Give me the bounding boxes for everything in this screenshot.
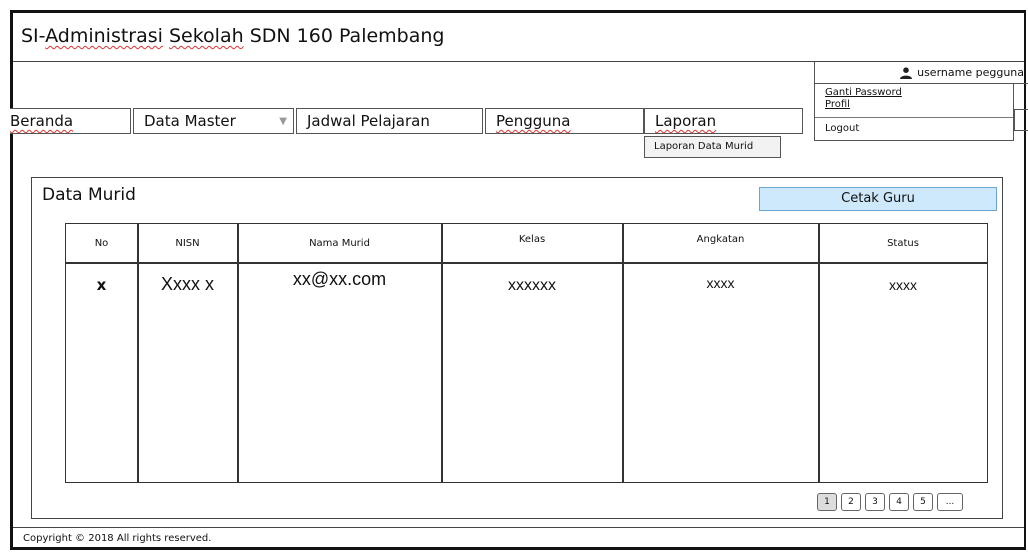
header-nisn[interactable]: NISN xyxy=(138,224,237,262)
page-button-4[interactable]: 4 xyxy=(889,493,909,511)
footer-copyright: Copyright © 2018 All rights reserved. xyxy=(13,527,1024,550)
app-title: SI-Administrasi Sekolah SDN 160 Palemban… xyxy=(21,25,444,47)
header-angkatan[interactable]: Angkatan xyxy=(623,224,818,262)
nav-label-beranda: Beranda xyxy=(10,112,74,130)
header-divider xyxy=(66,262,987,264)
page-button-2[interactable]: 2 xyxy=(841,493,861,511)
panel-title: Data Murid xyxy=(42,185,136,205)
nav-item-pengguna[interactable]: Pengguna xyxy=(485,108,644,134)
nav-item-beranda[interactable]: Beranda xyxy=(10,108,131,134)
page-button-5[interactable]: 5 xyxy=(913,493,933,511)
username-label: username pegguna xyxy=(917,66,1024,79)
user-account-button[interactable]: username pegguna xyxy=(814,62,1028,84)
header-nama-murid[interactable]: Nama Murid xyxy=(238,224,441,262)
title-suffix: SDN 160 Palembang xyxy=(243,25,445,47)
pagination: 1 2 3 4 5 ... xyxy=(817,493,963,511)
table-cell-kelas: xxxxxx xyxy=(508,277,556,294)
page-button-1[interactable]: 1 xyxy=(817,493,837,511)
title-word-sekolah: Sekolah xyxy=(168,25,244,47)
table-cell-nama-murid: xx@xx.com xyxy=(292,269,387,289)
menu-item-change-password[interactable]: Ganti Password xyxy=(825,87,902,98)
chevron-down-icon: ▼ xyxy=(279,116,287,127)
header-no[interactable]: No xyxy=(66,224,137,262)
main-nav: Beranda Data Master ▼ Jadwal Pelajaran P… xyxy=(10,108,1024,134)
user-icon xyxy=(900,66,913,79)
table-cell-status: xxxx xyxy=(889,277,917,293)
nav-item-data-master[interactable]: Data Master ▼ xyxy=(133,108,294,134)
nav-label-pengguna: Pengguna xyxy=(496,112,571,130)
nav-item-jadwal-pelajaran[interactable]: Jadwal Pelajaran xyxy=(296,108,483,134)
header-status[interactable]: Status xyxy=(819,224,987,262)
title-bar: SI-Administrasi Sekolah SDN 160 Palemban… xyxy=(13,13,1024,62)
title-word-administrasi: Administrasi xyxy=(45,25,163,47)
table-cell-no: x xyxy=(96,276,107,294)
print-button[interactable]: Cetak Guru xyxy=(759,187,997,211)
nav-item-laporan[interactable]: Laporan xyxy=(644,108,803,134)
table-cell-nisn: Xxxx x xyxy=(160,274,214,294)
header-kelas[interactable]: Kelas xyxy=(442,224,622,262)
title-prefix: SI- xyxy=(21,25,46,47)
nav-label-laporan: Laporan xyxy=(655,112,717,130)
app-window: SI-Administrasi Sekolah SDN 160 Palemban… xyxy=(10,10,1028,550)
nav-label-data-master: Data Master xyxy=(144,112,236,130)
submenu-item-laporan-data-murid[interactable]: Laporan Data Murid xyxy=(644,136,781,158)
table-cell-angkatan: xxxx xyxy=(706,275,735,291)
students-table: No NISN Nama Murid Kelas Angkatan Status… xyxy=(65,223,988,483)
page-button-3[interactable]: 3 xyxy=(865,493,885,511)
page-button-more[interactable]: ... xyxy=(937,493,963,511)
data-murid-panel: Data Murid Cetak Guru No NISN Nama Murid… xyxy=(31,177,1003,519)
nav-label-jadwal: Jadwal Pelajaran xyxy=(307,112,430,130)
